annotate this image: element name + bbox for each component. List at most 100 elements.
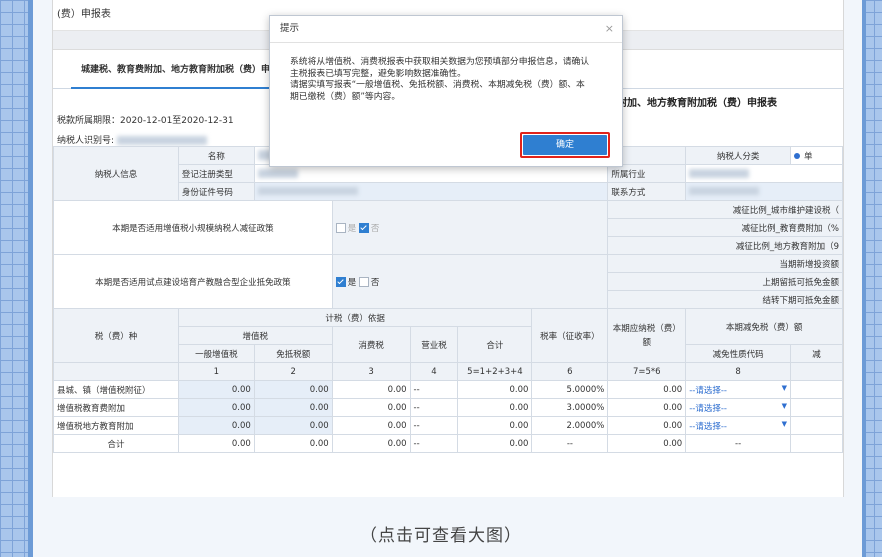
total-payable: 0.00 bbox=[607, 434, 687, 453]
tax-period: 税款所属期限：2020-12-01至2020-12-31 bbox=[57, 116, 234, 126]
active-tab-indicator bbox=[71, 87, 271, 89]
business-tax-value: -- bbox=[409, 398, 459, 417]
taxpayer-id: 纳税人识别号: bbox=[57, 133, 207, 146]
contact-label: 联系方式 bbox=[607, 182, 687, 201]
category-label: 纳税人分类 bbox=[685, 146, 792, 165]
col-number: 1 bbox=[177, 362, 255, 381]
carry-credit-label: 结转下期可抵免金额 bbox=[607, 290, 843, 309]
small-scale-choice: 是 否 bbox=[331, 200, 609, 255]
prev-credit-label: 上期留抵可抵免金额 bbox=[607, 272, 843, 291]
industry-label: 所属行业 bbox=[607, 164, 687, 183]
reduce-local-label: 减征比例_地方教育附加（9 bbox=[607, 236, 843, 255]
total-value: 0.00 bbox=[457, 398, 533, 417]
col-number-blank bbox=[53, 362, 179, 381]
radio-selected-icon bbox=[794, 153, 801, 159]
contact-value bbox=[685, 182, 843, 201]
close-icon[interactable]: × bbox=[605, 16, 614, 42]
id-number-value bbox=[253, 182, 609, 201]
rate-value: 3.0000% bbox=[531, 398, 609, 417]
checkbox-yes[interactable] bbox=[335, 223, 346, 233]
business-tax-value: -- bbox=[409, 380, 459, 399]
notice-dialog: 提示 × 系统将从增值税、消费税报表中获取相关数据为您预填部分申报信息，请确认主… bbox=[269, 15, 623, 167]
col-number: 6 bbox=[531, 362, 609, 381]
col-number: 4 bbox=[409, 362, 459, 381]
declaration-table: 纳税人信息 名称 纳税人分类 单 登记注册类型 所属行业 身份证件号码 联系方式… bbox=[53, 146, 843, 453]
pilot-choice: 是 否 bbox=[331, 254, 609, 309]
dropdown-arrow-icon: ▼ bbox=[781, 419, 788, 428]
decorative-grid-border-left bbox=[0, 0, 33, 557]
consumption-tax-input[interactable]: 0.00 bbox=[331, 398, 411, 417]
name-label: 名称 bbox=[177, 146, 255, 165]
reg-type-label: 登记注册类型 bbox=[177, 164, 255, 183]
dropdown-arrow-icon: ▼ bbox=[781, 401, 788, 410]
rate-header: 税率（征收率） bbox=[531, 308, 609, 363]
id-type-label: 身份证件号码 bbox=[177, 182, 255, 201]
relief-amount bbox=[790, 380, 843, 399]
payable-header: 本期应纳税（费）额 bbox=[607, 308, 687, 363]
general-vat-header: 一般增值税 bbox=[177, 344, 255, 363]
row-name: 增值税教育费附加 bbox=[53, 398, 179, 417]
checkbox-no[interactable] bbox=[358, 223, 369, 233]
consumption-tax-header: 消费税 bbox=[331, 326, 411, 363]
col-number: 7=5*6 bbox=[607, 362, 687, 381]
checkbox-no[interactable] bbox=[358, 277, 369, 287]
decorative-grid-border-right bbox=[862, 0, 882, 557]
total-header: 合计 bbox=[457, 326, 533, 363]
relief-amount bbox=[790, 398, 843, 417]
category-radio[interactable]: 单 bbox=[790, 146, 843, 165]
table-row: 县城、镇（增值税附征） 0.00 0.00 0.00 -- 0.00 5.000… bbox=[53, 380, 843, 399]
pilot-question: 本期是否适用试点建设培育产教融合型企业抵免政策 bbox=[53, 254, 333, 309]
exempt-credit-input[interactable]: 0.00 bbox=[253, 398, 333, 417]
total-row-name: 合计 bbox=[53, 434, 179, 453]
general-vat-input[interactable]: 0.00 bbox=[177, 380, 255, 399]
payable-value: 0.00 bbox=[607, 398, 687, 417]
tab-surtax-report[interactable]: 城建税、教育费附加、地方教育附加税（费）申 bbox=[81, 62, 270, 75]
image-caption[interactable]: （点击可查看大图） bbox=[0, 521, 882, 546]
table-row: 增值税地方教育附加 0.00 0.00 0.00 -- 0.00 2.0000%… bbox=[53, 416, 843, 435]
table-row: 增值税教育费附加 0.00 0.00 0.00 -- 0.00 3.0000% … bbox=[53, 398, 843, 417]
total-general-vat: 0.00 bbox=[177, 434, 255, 453]
report-title: 附加、地方教育附加税（费）申报表 bbox=[617, 98, 777, 109]
general-vat-input[interactable]: 0.00 bbox=[177, 398, 255, 417]
relief-code-header: 减免性质代码 bbox=[685, 344, 792, 363]
taxpayer-id-label: 纳税人识别号: bbox=[57, 136, 115, 146]
business-tax-value: -- bbox=[409, 416, 459, 435]
dialog-message: 系统将从增值税、消费税报表中获取相关数据为您预填部分申报信息，请确认主税报表已填… bbox=[290, 57, 590, 102]
business-tax-header: 营业税 bbox=[409, 326, 459, 363]
reduce-city-label: 减征比例_城市维护建设税（ bbox=[607, 200, 843, 219]
reduce-edu-label: 减征比例_教育费附加（% bbox=[607, 218, 843, 237]
total-business-tax: -- bbox=[409, 434, 459, 453]
exempt-credit-input[interactable]: 0.00 bbox=[253, 380, 333, 399]
taxpayer-info-label: 纳税人信息 bbox=[53, 146, 179, 201]
reg-type-value bbox=[253, 164, 609, 183]
consumption-tax-input[interactable]: 0.00 bbox=[331, 416, 411, 435]
vat-header: 增值税 bbox=[177, 326, 333, 345]
total-value: 0.00 bbox=[457, 416, 533, 435]
row-name: 增值税地方教育附加 bbox=[53, 416, 179, 435]
relief-amount bbox=[790, 416, 843, 435]
total-exempt-credit: 0.00 bbox=[253, 434, 333, 453]
exempt-credit-header: 免抵税额 bbox=[253, 344, 333, 363]
relief-code-select[interactable]: --请选择-- ▼ bbox=[685, 380, 792, 399]
col-number-blank bbox=[790, 362, 843, 381]
dropdown-arrow-icon: ▼ bbox=[781, 383, 788, 392]
relief-code-select[interactable]: --请选择-- ▼ bbox=[685, 416, 792, 435]
dialog-title: 提示 bbox=[280, 23, 300, 34]
consumption-tax-input[interactable]: 0.00 bbox=[331, 380, 411, 399]
col-number: 2 bbox=[253, 362, 333, 381]
checkbox-yes[interactable] bbox=[335, 277, 346, 287]
general-vat-input[interactable]: 0.00 bbox=[177, 416, 255, 435]
tax-type-header: 税（费）种 bbox=[53, 308, 179, 363]
relief-header: 本期减免税（费）额 bbox=[685, 308, 843, 345]
rate-value: 5.0000% bbox=[531, 380, 609, 399]
total-relief-code: -- bbox=[685, 434, 792, 453]
relief-code-select[interactable]: --请选择-- ▼ bbox=[685, 398, 792, 417]
row-name: 县城、镇（增值税附征） bbox=[53, 380, 179, 399]
col-number: 8 bbox=[685, 362, 792, 381]
total-relief-amount bbox=[790, 434, 843, 453]
exempt-credit-input[interactable]: 0.00 bbox=[253, 416, 333, 435]
total-row: 合计 0.00 0.00 0.00 -- 0.00 -- 0.00 -- bbox=[53, 434, 843, 453]
screenshot-frame: (费）申报表 城建税、教育费附加、地方教育附加税（费）申 附加、地方教育附加税（… bbox=[52, 0, 844, 497]
confirm-button[interactable]: 确定 bbox=[523, 135, 607, 155]
relief-amount-header: 减 bbox=[790, 344, 843, 363]
